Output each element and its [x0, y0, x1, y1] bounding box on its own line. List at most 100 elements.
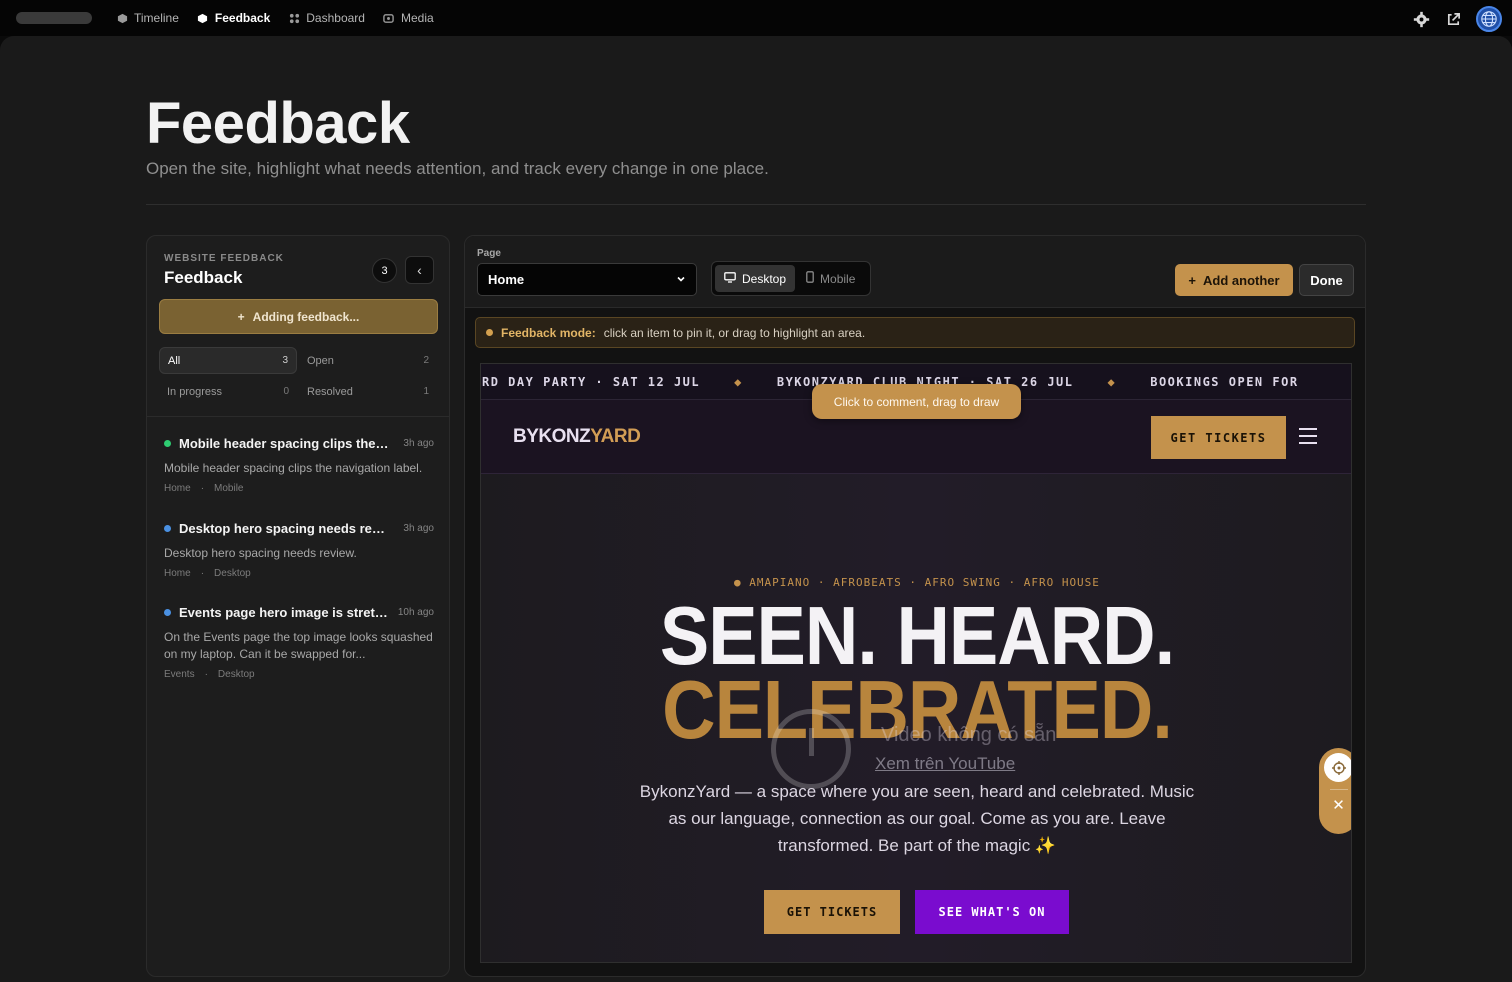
ticker-item: RD DAY PARTY · SAT 12 JUL: [482, 374, 701, 389]
nav-timeline[interactable]: Timeline: [116, 11, 179, 25]
floating-toolbar: ✕: [1319, 748, 1351, 834]
filter-count: 3: [282, 355, 288, 366]
header-get-tickets-button[interactable]: GET TICKETS: [1151, 416, 1286, 459]
plus-icon: +: [1188, 272, 1197, 288]
preview-panel: Page Home Desktop Mobile + Add another D…: [464, 235, 1366, 977]
divider: [146, 204, 1366, 205]
brand-logo[interactable]: [16, 12, 92, 24]
feedback-title: Desktop hero spacing needs review.: [179, 521, 389, 536]
filter-count: 1: [423, 386, 429, 397]
ticker-item: BOOKINGS OPEN FOR: [1150, 374, 1299, 389]
add-another-label: Add another: [1203, 272, 1280, 288]
filter-count: 0: [283, 386, 289, 397]
genre-tags: ● AMAPIANO · AFROBEATS · AFRO SWING · AF…: [734, 576, 1100, 589]
filter-label: In progress: [167, 385, 223, 398]
media-icon: [383, 12, 395, 24]
feedback-item[interactable]: Events page hero image is stretched 10h …: [164, 605, 434, 680]
site-logo[interactable]: BYKONZYARD: [513, 426, 641, 448]
done-button[interactable]: Done: [1299, 264, 1354, 296]
feedback-device: Desktop: [217, 669, 255, 680]
filter-label: Resolved: [307, 385, 353, 398]
feedback-meta: Home · Desktop: [164, 568, 251, 579]
panel-title: Feedback: [164, 268, 243, 287]
monitor-icon: [724, 271, 736, 286]
filter-count: 2: [423, 355, 429, 366]
feedback-page: Home: [164, 483, 191, 494]
filter-label: All: [168, 354, 181, 367]
collapse-panel-button[interactable]: ‹: [405, 256, 434, 284]
video-unavailable-icon: [771, 709, 851, 789]
status-dot: [164, 609, 171, 616]
status-dot: [164, 525, 171, 532]
page-select-label: Page: [477, 248, 501, 259]
status-dot: [486, 329, 493, 336]
preview-toolbar: Page Home Desktop Mobile + Add another D…: [465, 236, 1365, 308]
feedback-time: 3h ago: [403, 523, 434, 534]
see-whats-on-button[interactable]: SEE WHAT'S ON: [915, 890, 1069, 934]
chevron-down-icon: [676, 272, 686, 287]
feedback-panel: WEBSITE FEEDBACK Feedback 3 ‹ + Adding f…: [146, 235, 450, 977]
logo-part: BYKONZ: [513, 426, 591, 447]
feedback-meta: Home · Mobile: [164, 483, 244, 494]
filter-open[interactable]: Open 2: [299, 347, 437, 374]
diamond-icon: ◆: [734, 374, 743, 389]
crosshair-icon[interactable]: [1324, 753, 1351, 782]
divider: [1329, 789, 1348, 790]
nav-media[interactable]: Media: [383, 11, 434, 25]
cube-icon: [197, 12, 209, 24]
top-bar: Timeline Feedback Dashboard Media: [0, 0, 1512, 36]
feedback-time: 10h ago: [397, 607, 434, 618]
page-title: Feedback: [146, 91, 410, 156]
globe-avatar-icon[interactable]: [1476, 6, 1502, 32]
plus-icon: +: [237, 309, 245, 324]
feedback-time: 3h ago: [403, 438, 434, 449]
nav-feedback[interactable]: Feedback: [197, 11, 270, 25]
page-select[interactable]: Home: [477, 263, 697, 296]
device-mobile-label: Mobile: [820, 271, 856, 286]
page-select-value: Home: [488, 272, 525, 287]
filter-in-progress[interactable]: In progress 0: [159, 378, 297, 405]
count-badge: 3: [372, 258, 397, 283]
filter-label: Open: [307, 354, 334, 367]
nav-timeline-label: Timeline: [134, 11, 179, 25]
nav-dashboard[interactable]: Dashboard: [288, 11, 365, 25]
device-desktop-label: Desktop: [742, 271, 787, 286]
site-preview[interactable]: RD DAY PARTY · SAT 12 JUL ◆ BYKONZYARD C…: [480, 363, 1352, 963]
comment-tooltip: Click to comment, drag to draw: [812, 384, 1021, 419]
feedback-meta: Events · Desktop: [164, 669, 255, 680]
logo-part: YARD: [590, 426, 641, 447]
feedback-body: On the Events page the top image looks s…: [164, 630, 433, 661]
hero-get-tickets-button[interactable]: GET TICKETS: [764, 890, 900, 934]
watch-on-youtube-link[interactable]: Xem trên YouTube: [875, 754, 1015, 774]
filter-resolved[interactable]: Resolved 1: [299, 378, 437, 405]
feedback-device: Mobile: [214, 483, 244, 494]
divider: [147, 416, 449, 417]
feedback-device: Desktop: [214, 568, 251, 579]
hamburger-menu-icon[interactable]: [1299, 428, 1317, 444]
feedback-page: Events: [164, 669, 195, 680]
gear-icon[interactable]: [1412, 10, 1430, 28]
adding-feedback-button[interactable]: + Adding feedback...: [159, 299, 438, 334]
filter-all[interactable]: All 3: [159, 347, 297, 374]
close-icon[interactable]: ✕: [1332, 798, 1345, 814]
feedback-item[interactable]: Mobile header spacing clips the navigati…: [164, 436, 434, 494]
hero-section: ● AMAPIANO · AFROBEATS · AFRO SWING · AF…: [481, 474, 1351, 962]
diamond-icon: ◆: [1107, 374, 1117, 389]
feedback-mode-banner: Feedback mode: click an item to pin it, …: [475, 317, 1355, 348]
device-desktop[interactable]: Desktop: [715, 265, 796, 292]
mode-text: click an item to pin it, or drag to high…: [603, 325, 866, 340]
hero-description: BykonzYard — a space where you are seen,…: [639, 782, 1195, 855]
cube-icon: [116, 12, 128, 24]
add-another-button[interactable]: + Add another: [1175, 264, 1293, 296]
phone-icon: [806, 271, 814, 286]
feedback-title: Mobile header spacing clips the navigati…: [179, 436, 389, 451]
feedback-title: Events page hero image is stretched: [179, 605, 389, 620]
panel-kicker: WEBSITE FEEDBACK: [164, 253, 284, 264]
chevron-left-icon: ‹: [417, 262, 422, 278]
main-nav: Timeline Feedback Dashboard Media: [116, 0, 452, 36]
device-mobile[interactable]: Mobile: [797, 265, 864, 292]
feedback-item[interactable]: Desktop hero spacing needs review. 3h ag…: [164, 521, 434, 579]
dashboard-icon: [288, 12, 300, 24]
adding-feedback-label: Adding feedback...: [252, 309, 360, 324]
external-link-icon[interactable]: [1444, 10, 1462, 28]
